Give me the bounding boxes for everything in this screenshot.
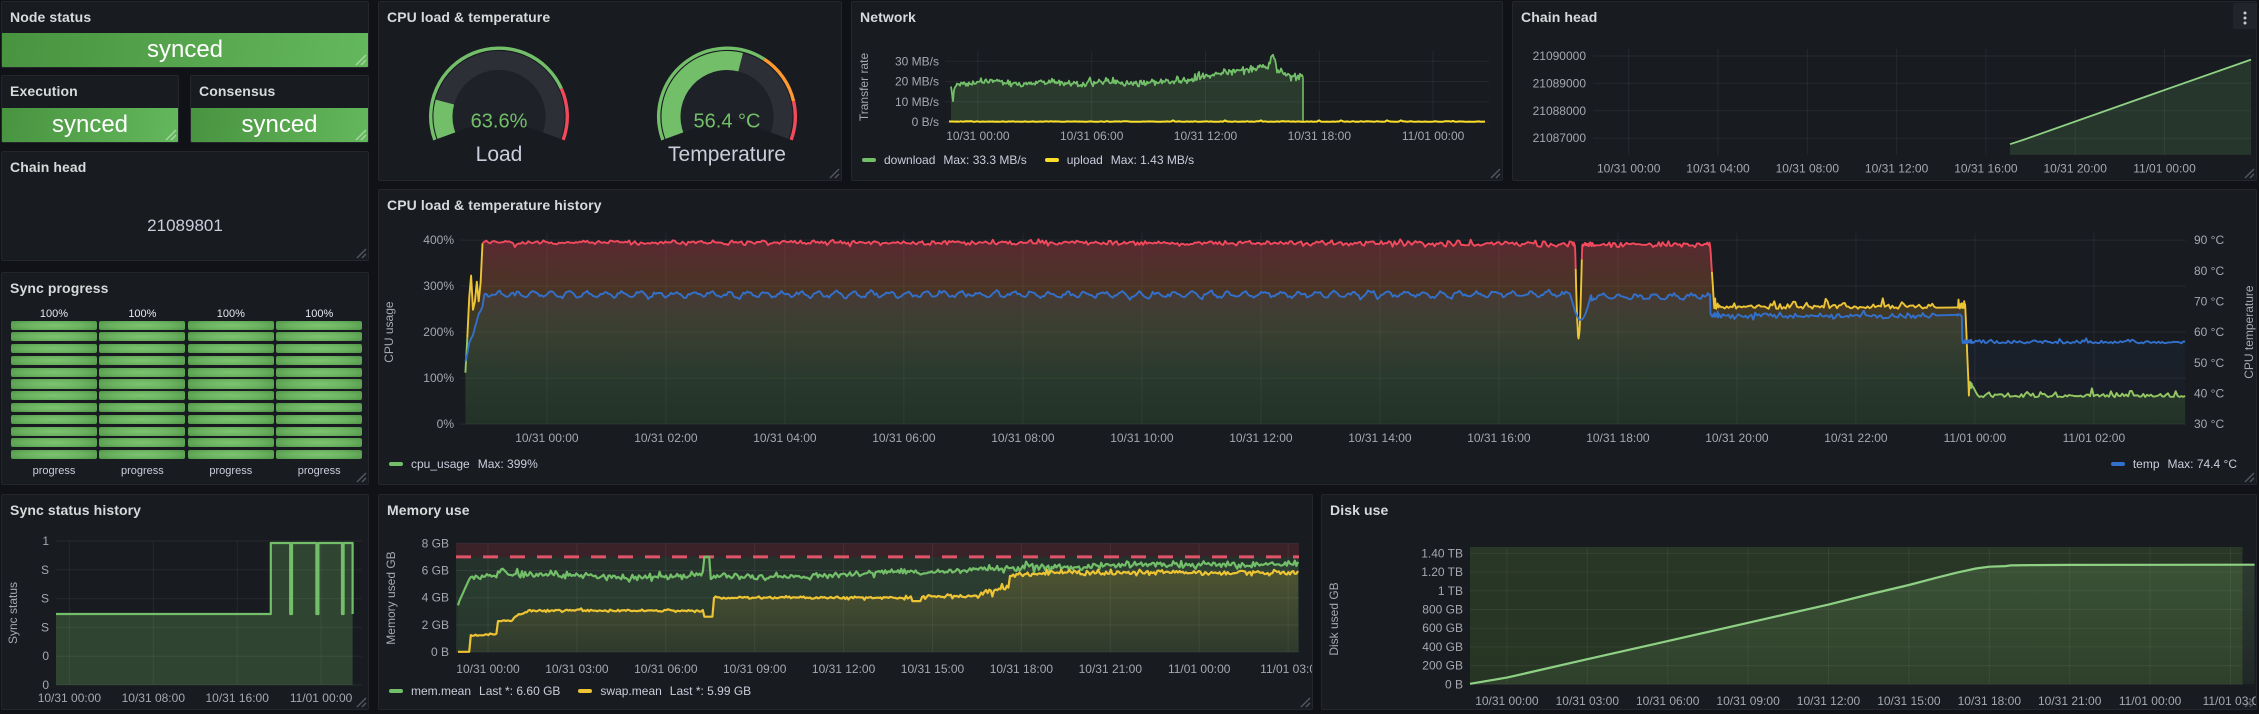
svg-text:30 °C: 30 °C [2194,417,2224,431]
svg-text:100%: 100% [423,371,454,385]
svg-text:8 GB: 8 GB [422,536,449,550]
svg-text:CPU temperature: CPU temperature [2242,285,2256,379]
svg-text:11/01 03:0: 11/01 03:0 [1260,662,1313,676]
svg-text:6 GB: 6 GB [422,564,449,578]
svg-text:10/31 09:00: 10/31 09:00 [1716,694,1780,708]
svg-text:0 B: 0 B [431,645,449,659]
svg-text:10/31 12:00: 10/31 12:00 [1797,694,1861,708]
svg-text:2 GB: 2 GB [422,618,449,632]
svg-text:21087000: 21087000 [1533,131,1587,145]
svg-text:10/31 00:00: 10/31 00:00 [456,662,520,676]
svg-text:10/31 22:00: 10/31 22:00 [1824,431,1888,445]
svg-text:21088000: 21088000 [1533,104,1587,118]
svg-text:S: S [41,563,49,577]
svg-text:11/01 00:00: 11/01 00:00 [1944,431,2007,445]
svg-text:11/01 00:00: 11/01 00:00 [1168,662,1231,676]
svg-text:10/31 03:00: 10/31 03:00 [1556,694,1620,708]
svg-text:10/31 12:00: 10/31 12:00 [1229,431,1293,445]
svg-text:200 GB: 200 GB [1422,659,1463,673]
svg-text:600 GB: 600 GB [1422,621,1463,635]
svg-text:10/31 12:00: 10/31 12:00 [1174,129,1238,143]
svg-text:40 °C: 40 °C [2194,386,2224,400]
svg-text:80 °C: 80 °C [2194,264,2224,278]
svg-text:10/31 21:00: 10/31 21:00 [1079,662,1143,676]
svg-text:10/31 06:00: 10/31 06:00 [1060,129,1124,143]
svg-text:400 GB: 400 GB [1422,640,1463,654]
svg-text:10/31 18:00: 10/31 18:00 [1586,431,1650,445]
svg-text:10/31 02:00: 10/31 02:00 [634,431,698,445]
svg-text:10/31 00:00: 10/31 00:00 [1475,694,1539,708]
svg-text:11/01 00:00: 11/01 00:00 [2133,162,2196,176]
svg-text:0: 0 [42,678,49,692]
svg-text:11/01 02:00: 11/01 02:00 [2063,431,2126,445]
svg-text:10/31 06:00: 10/31 06:00 [1636,694,1700,708]
svg-text:10/31 03:00: 10/31 03:00 [545,662,609,676]
svg-text:0 B: 0 B [1445,677,1463,691]
svg-text:10/31 21:00: 10/31 21:00 [2038,694,2102,708]
svg-text:Temperature: Temperature [668,143,786,166]
svg-text:S: S [41,620,49,634]
svg-text:0%: 0% [437,417,455,431]
svg-text:1: 1 [42,534,49,548]
svg-text:10/31 12:00: 10/31 12:00 [1865,162,1929,176]
svg-text:10/31 00:00: 10/31 00:00 [515,431,579,445]
svg-text:10/31 06:00: 10/31 06:00 [872,431,936,445]
svg-text:20 MB/s: 20 MB/s [895,75,939,89]
svg-text:10/31 16:00: 10/31 16:00 [1467,431,1531,445]
svg-text:10/31 16:00: 10/31 16:00 [205,691,269,705]
svg-text:Disk used GB: Disk used GB [1327,582,1341,655]
svg-text:4 GB: 4 GB [422,591,449,605]
svg-text:CPU usage: CPU usage [382,301,396,363]
svg-text:0 B/s: 0 B/s [912,115,939,129]
svg-text:10/31 04:00: 10/31 04:00 [753,431,817,445]
svg-text:Memory used GB: Memory used GB [384,551,398,644]
svg-text:21090000: 21090000 [1533,49,1587,63]
svg-text:21089000: 21089000 [1533,76,1587,90]
svg-text:56.4 °C: 56.4 °C [694,111,761,133]
svg-text:300%: 300% [423,279,454,293]
svg-text:10/31 20:00: 10/31 20:00 [1705,431,1769,445]
svg-text:10/31 15:00: 10/31 15:00 [901,662,965,676]
svg-text:50 °C: 50 °C [2194,356,2224,370]
svg-text:Transfer rate: Transfer rate [857,53,871,122]
svg-text:10/31 14:00: 10/31 14:00 [1348,431,1412,445]
svg-text:11/01 00:00: 11/01 00:00 [1402,129,1465,143]
svg-text:60 °C: 60 °C [2194,325,2224,339]
svg-text:10/31 18:00: 10/31 18:00 [990,662,1054,676]
svg-text:10/31 18:00: 10/31 18:00 [1288,129,1352,143]
svg-text:400%: 400% [423,233,454,247]
svg-text:1.40 TB: 1.40 TB [1421,546,1463,560]
svg-text:10/31 08:00: 10/31 08:00 [122,691,186,705]
svg-text:10/31 16:00: 10/31 16:00 [1954,162,2018,176]
svg-text:10/31 15:00: 10/31 15:00 [1877,694,1941,708]
svg-text:10/31 09:00: 10/31 09:00 [723,662,787,676]
svg-text:1 TB: 1 TB [1438,584,1463,598]
svg-text:10/31 10:00: 10/31 10:00 [1110,431,1174,445]
svg-text:200%: 200% [423,325,454,339]
svg-text:0: 0 [42,649,49,663]
svg-text:Load: Load [476,143,523,166]
svg-text:10/31 00:00: 10/31 00:00 [1597,162,1661,176]
svg-text:30 MB/s: 30 MB/s [895,54,939,68]
svg-text:10/31 06:00: 10/31 06:00 [634,662,698,676]
svg-text:Sync status: Sync status [6,582,20,644]
svg-text:11/01 00:00: 11/01 00:00 [2119,694,2182,708]
svg-text:63.6%: 63.6% [471,111,528,133]
svg-text:10/31 00:00: 10/31 00:00 [38,691,102,705]
svg-text:11/01 00:00: 11/01 00:00 [290,691,353,705]
svg-text:10/31 12:00: 10/31 12:00 [812,662,876,676]
svg-text:10 MB/s: 10 MB/s [895,95,939,109]
svg-text:10/31 08:00: 10/31 08:00 [991,431,1055,445]
svg-text:10/31 08:00: 10/31 08:00 [1776,162,1840,176]
svg-text:10/31 18:00: 10/31 18:00 [1958,694,2022,708]
svg-text:70 °C: 70 °C [2194,294,2224,308]
svg-text:800 GB: 800 GB [1422,603,1463,617]
svg-text:10/31 00:00: 10/31 00:00 [946,129,1010,143]
svg-text:10/31 04:00: 10/31 04:00 [1686,162,1750,176]
svg-text:10/31 20:00: 10/31 20:00 [2043,162,2107,176]
svg-text:90 °C: 90 °C [2194,233,2224,247]
svg-text:1.20 TB: 1.20 TB [1421,565,1463,579]
svg-text:S: S [41,592,49,606]
